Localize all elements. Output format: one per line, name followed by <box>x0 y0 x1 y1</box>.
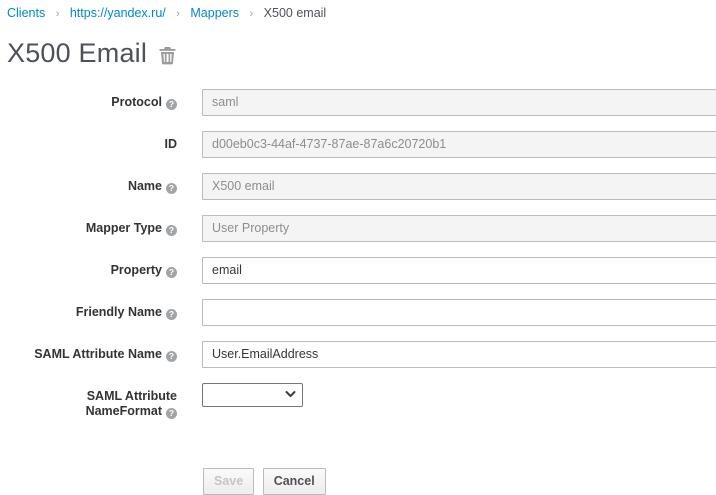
id-input <box>202 131 716 158</box>
property-label: Property <box>111 263 162 277</box>
help-icon[interactable]: ? <box>166 309 177 320</box>
mapper-type-input <box>202 215 716 242</box>
breadcrumb-client-id[interactable]: https://yandex.ru/ <box>70 6 166 20</box>
form-row-protocol: Protocol? <box>7 89 708 116</box>
breadcrumb-mappers[interactable]: Mappers <box>190 6 239 20</box>
friendly-name-input[interactable] <box>202 299 716 326</box>
help-icon[interactable]: ? <box>166 351 177 362</box>
help-icon[interactable]: ? <box>166 183 177 194</box>
friendly-name-label: Friendly Name <box>76 305 162 319</box>
breadcrumb-separator: › <box>176 8 180 20</box>
mapper-edit-page: Clients › https://yandex.ru/ › Mappers ›… <box>0 0 716 495</box>
help-icon[interactable]: ? <box>166 225 177 236</box>
breadcrumb-separator: › <box>250 8 254 20</box>
form-row-id: ID <box>7 131 708 158</box>
form-row-saml-attribute-nameformat: SAML Attribute NameFormat? <box>7 383 708 419</box>
breadcrumb-separator: › <box>56 8 60 20</box>
form-row-property: Property? <box>7 257 708 284</box>
help-icon[interactable]: ? <box>166 99 177 110</box>
saml-attribute-nameformat-select[interactable] <box>202 383 303 407</box>
protocol-input <box>202 89 716 116</box>
saml-attribute-name-input[interactable] <box>202 341 716 368</box>
page-title: X500 Email <box>7 38 147 69</box>
delete-mapper-button[interactable] <box>159 46 176 65</box>
id-label: ID <box>165 137 178 151</box>
mapper-form: Protocol? ID Name? Mapper Type? Property… <box>7 89 708 495</box>
property-input[interactable] <box>202 257 716 284</box>
protocol-label: Protocol <box>111 95 162 109</box>
form-row-name: Name? <box>7 173 708 200</box>
breadcrumb-current: X500 email <box>264 6 327 20</box>
name-label: Name <box>128 179 162 193</box>
form-row-saml-attribute-name: SAML Attribute Name? <box>7 341 708 368</box>
breadcrumb-clients[interactable]: Clients <box>7 6 45 20</box>
name-input <box>202 173 716 200</box>
saml-attribute-nameformat-label: SAML Attribute NameFormat <box>86 389 177 418</box>
help-icon[interactable]: ? <box>166 267 177 278</box>
form-row-mapper-type: Mapper Type? <box>7 215 708 242</box>
breadcrumb: Clients › https://yandex.ru/ › Mappers ›… <box>7 6 708 20</box>
saml-attribute-name-label: SAML Attribute Name <box>34 347 162 361</box>
help-icon[interactable]: ? <box>166 408 177 419</box>
mapper-type-label: Mapper Type <box>86 221 162 235</box>
form-row-friendly-name: Friendly Name? <box>7 299 708 326</box>
trash-icon <box>159 53 176 68</box>
